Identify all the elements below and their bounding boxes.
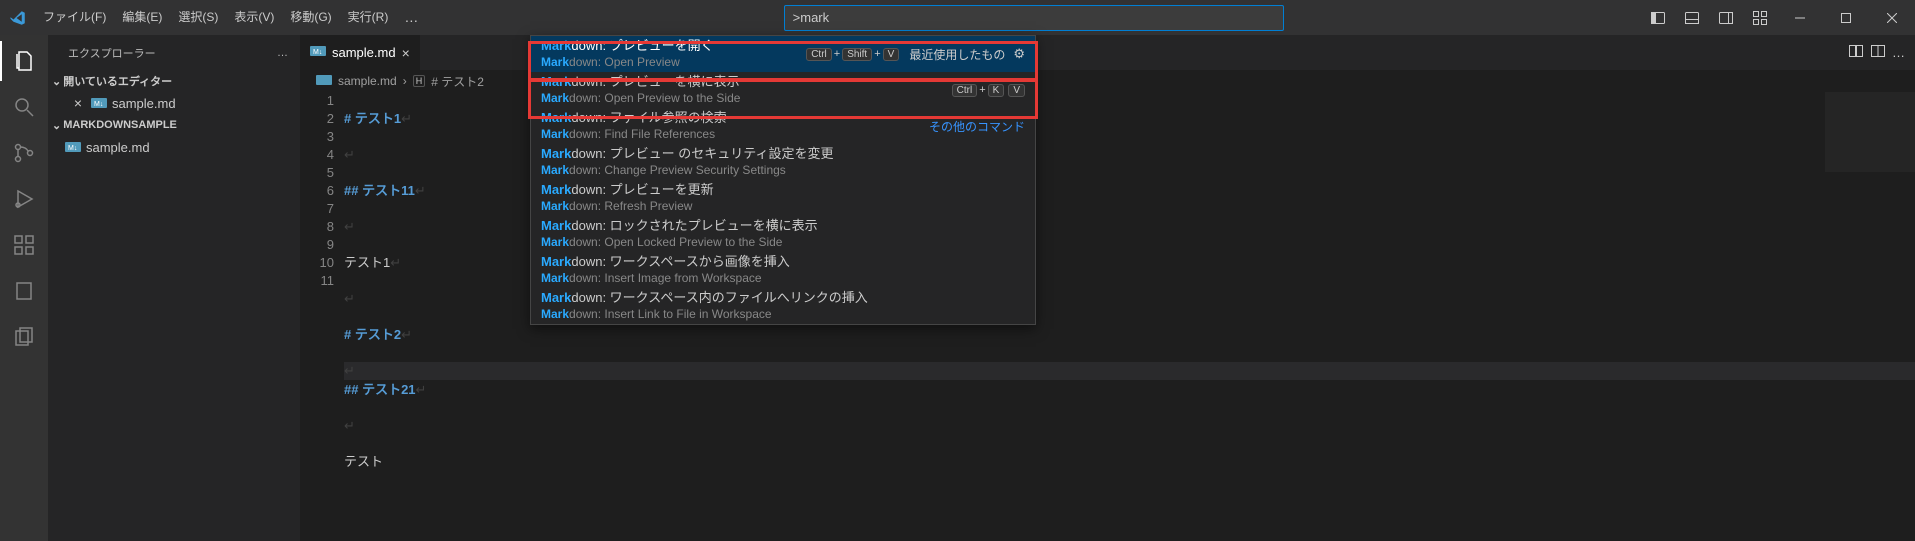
- editor-tab[interactable]: M↓ sample.md ×: [300, 35, 421, 70]
- palette-item[interactable]: Markdown: プレビューを更新Markdown: Refresh Prev…: [531, 180, 1035, 216]
- more-actions-icon[interactable]: …: [1892, 45, 1905, 60]
- gear-icon[interactable]: ⚙: [1013, 46, 1025, 62]
- activity-bar: [0, 35, 48, 541]
- palette-item[interactable]: Markdown: ワークスペース内のファイルへリンクの挿入Markdown: …: [531, 288, 1035, 324]
- heading-symbol-icon: H: [413, 75, 426, 87]
- menu-file[interactable]: ファイル(F): [35, 0, 114, 35]
- layout-panel-icon[interactable]: [1675, 0, 1709, 35]
- tab-filename: sample.md: [332, 45, 396, 60]
- close-icon[interactable]: ×: [402, 45, 410, 61]
- project-header[interactable]: ⌄MARKDOWNSAMPLE: [48, 114, 300, 136]
- open-editors-label: 開いているエディター: [63, 73, 172, 89]
- window-close[interactable]: [1869, 0, 1915, 35]
- svg-text:M↓: M↓: [94, 101, 103, 108]
- vscode-logo: [0, 0, 35, 35]
- other-commands-link[interactable]: その他のコマンド: [929, 118, 1025, 135]
- activity-debug-icon[interactable]: [0, 179, 48, 219]
- file-tree-item[interactable]: M↓ sample.md: [48, 136, 300, 158]
- close-icon[interactable]: ×: [70, 95, 86, 111]
- palette-item[interactable]: Markdown: プレビューを開くMarkdown: Open Preview…: [531, 36, 1035, 72]
- menu-bar: ファイル(F) 編集(E) 選択(S) 表示(V) 移動(G) 実行(R) …: [35, 0, 426, 35]
- menu-select[interactable]: 選択(S): [170, 0, 226, 35]
- chevron-down-icon: ⌄: [52, 119, 61, 132]
- breadcrumb-symbol: # テスト2: [431, 73, 484, 90]
- explorer-more-icon[interactable]: …: [277, 47, 288, 59]
- activity-explorer-icon[interactable]: [0, 41, 48, 81]
- project-name: MARKDOWNSAMPLE: [63, 119, 177, 131]
- keybinding: Ctrl+Shift+V: [806, 48, 899, 61]
- titlebar-left: ファイル(F) 編集(E) 選択(S) 表示(V) 移動(G) 実行(R) …: [0, 0, 426, 35]
- menu-run[interactable]: 実行(R): [340, 0, 397, 35]
- activity-book-icon[interactable]: [0, 271, 48, 311]
- line-gutter: 1234567891011: [300, 92, 344, 541]
- breadcrumb-file: sample.md: [338, 74, 397, 88]
- recent-label: 最近使用したもの: [909, 46, 1005, 63]
- activity-scm-icon[interactable]: [0, 133, 48, 173]
- svg-text:M↓: M↓: [68, 145, 77, 152]
- markdown-file-icon: [316, 72, 332, 91]
- menu-go[interactable]: 移動(G): [282, 0, 339, 35]
- window-minimize[interactable]: [1777, 0, 1823, 35]
- menu-more[interactable]: …: [396, 0, 426, 35]
- open-editors-header[interactable]: ⌄開いているエディター: [48, 70, 300, 92]
- file-tree-filename: sample.md: [86, 140, 150, 155]
- activity-search-icon[interactable]: [0, 87, 48, 127]
- layout-secondary-icon[interactable]: [1709, 0, 1743, 35]
- chevron-right-icon: ›: [403, 74, 407, 88]
- titlebar-center: [426, 5, 1641, 31]
- svg-text:M↓: M↓: [313, 49, 322, 56]
- window-maximize[interactable]: [1823, 0, 1869, 35]
- open-editor-item[interactable]: × M↓ sample.md: [48, 92, 300, 114]
- palette-item[interactable]: Markdown: ファイル参照の検索Markdown: Find File R…: [531, 108, 1035, 144]
- activity-extensions-icon[interactable]: [0, 225, 48, 265]
- markdown-file-icon: M↓: [64, 138, 82, 156]
- titlebar: ファイル(F) 編集(E) 選択(S) 表示(V) 移動(G) 実行(R) …: [0, 0, 1915, 35]
- activity-files-icon[interactable]: [0, 317, 48, 357]
- minimap[interactable]: [1825, 92, 1915, 172]
- customize-layout-icon[interactable]: [1743, 0, 1777, 35]
- command-palette: Markdown: プレビューを開くMarkdown: Open Preview…: [530, 35, 1036, 325]
- split-editor-icon[interactable]: [1870, 43, 1886, 62]
- layout-primary-icon[interactable]: [1641, 0, 1675, 35]
- command-input[interactable]: [784, 5, 1284, 31]
- palette-item[interactable]: Markdown: プレビュー のセキュリティ設定を変更Markdown: Ch…: [531, 144, 1035, 180]
- open-preview-icon[interactable]: [1848, 43, 1864, 62]
- explorer-title: エクスプローラー: [68, 45, 156, 61]
- markdown-file-icon: M↓: [310, 43, 326, 62]
- menu-view[interactable]: 表示(V): [226, 0, 282, 35]
- chevron-down-icon: ⌄: [52, 75, 61, 88]
- menu-edit[interactable]: 編集(E): [114, 0, 170, 35]
- markdown-file-icon: M↓: [90, 94, 108, 112]
- explorer-header: エクスプローラー …: [48, 35, 300, 70]
- keybinding: Ctrl+K V: [952, 84, 1025, 97]
- explorer-sidebar: エクスプローラー … ⌄開いているエディター × M↓ sample.md ⌄M…: [48, 35, 300, 541]
- palette-item[interactable]: Markdown: ワークスペースから画像を挿入Markdown: Insert…: [531, 252, 1035, 288]
- palette-item[interactable]: Markdown: ロックされたプレビューを横に表示Markdown: Open…: [531, 216, 1035, 252]
- open-editor-filename: sample.md: [112, 96, 176, 111]
- palette-item[interactable]: Markdown: プレビューを横に表示Markdown: Open Previ…: [531, 72, 1035, 108]
- titlebar-right: [1641, 0, 1915, 35]
